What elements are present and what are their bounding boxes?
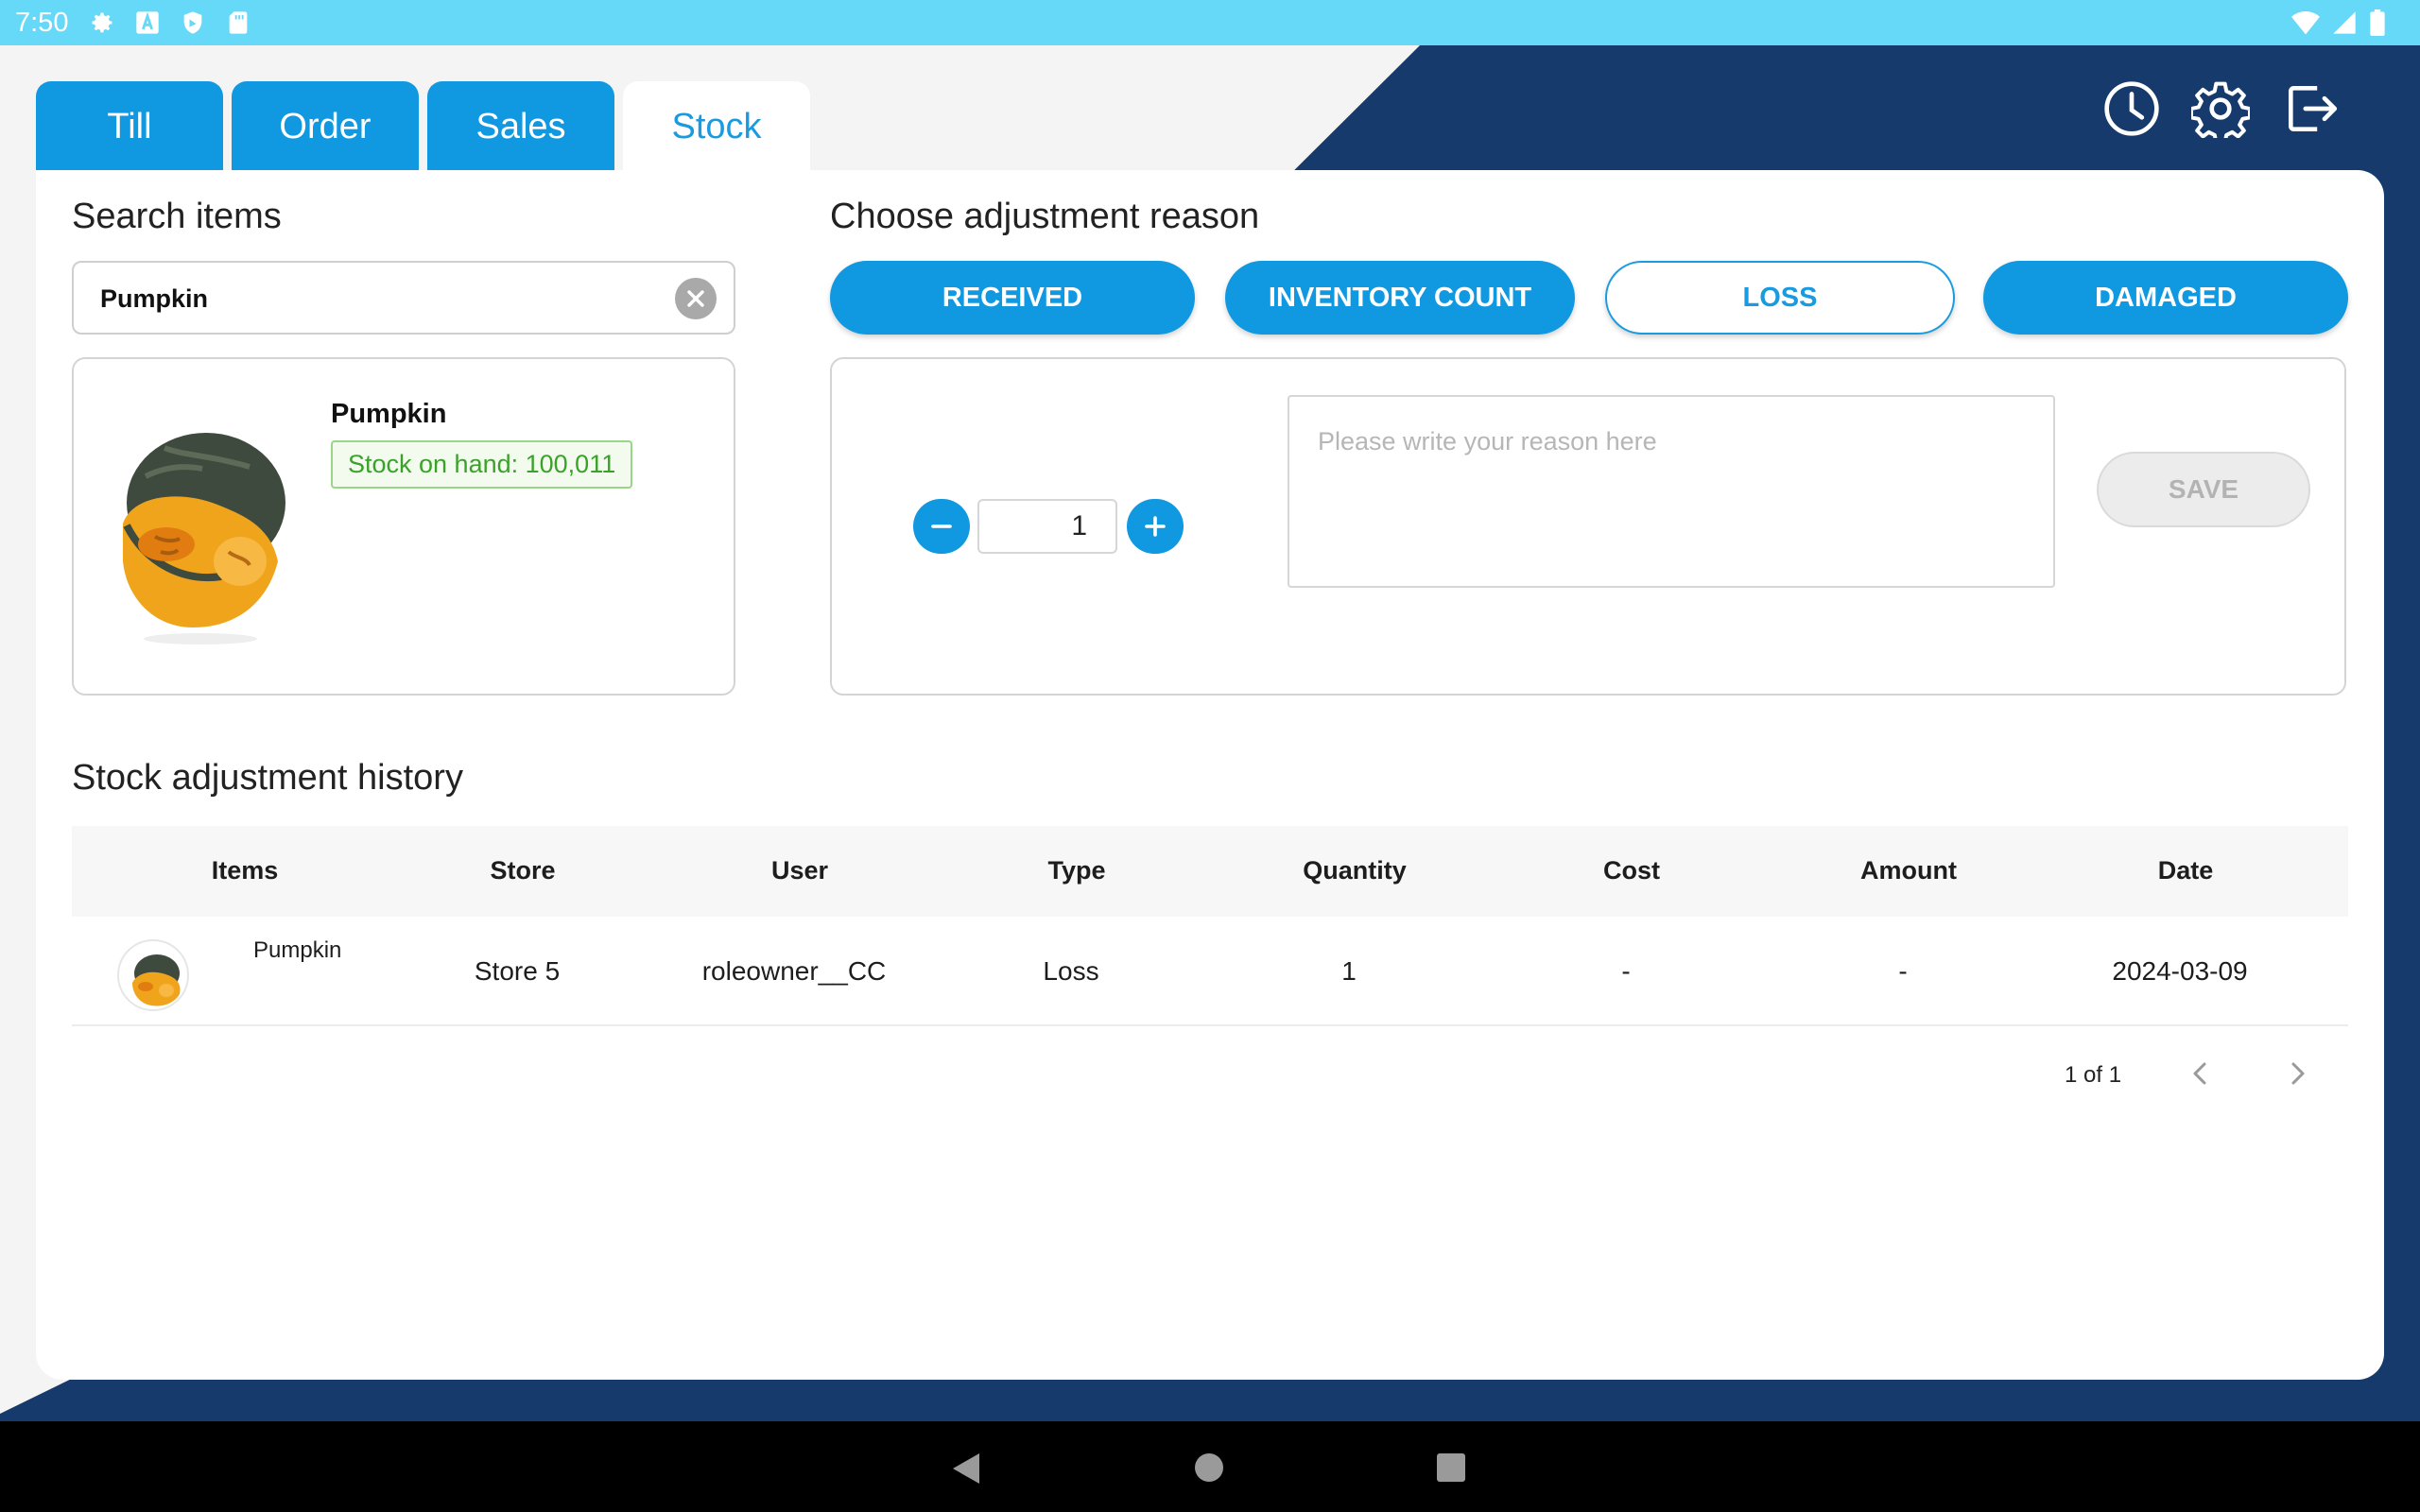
row-quantity: 1 bbox=[1341, 956, 1357, 986]
minus-icon bbox=[931, 524, 952, 528]
increase-quantity-button[interactable] bbox=[1127, 499, 1184, 554]
previous-page-icon[interactable] bbox=[2184, 1057, 2218, 1091]
column-header-cost: Cost bbox=[1603, 856, 1660, 885]
signal-icon bbox=[2333, 11, 2356, 34]
tab-sales[interactable]: Sales bbox=[427, 81, 614, 172]
item-card[interactable]: Pumpkin Stock on hand: 100,011 bbox=[72, 357, 735, 696]
reason-textarea[interactable] bbox=[1288, 395, 2055, 588]
stock-panel: Search items Pumpkin Stock on hand: 100,… bbox=[36, 170, 2384, 1380]
status-bar: 7:50 bbox=[0, 0, 2420, 45]
search-input[interactable] bbox=[100, 282, 630, 316]
plus-icon bbox=[1145, 516, 1166, 537]
home-icon[interactable] bbox=[1195, 1453, 1223, 1482]
next-page-icon[interactable] bbox=[2280, 1057, 2314, 1091]
close-icon bbox=[687, 290, 704, 307]
row-type: Loss bbox=[1043, 956, 1099, 986]
wifi-icon bbox=[2291, 11, 2320, 35]
row-date: 2024-03-09 bbox=[2112, 956, 2248, 986]
status-right-icons bbox=[2291, 9, 2386, 36]
save-button[interactable]: SAVE bbox=[2097, 452, 2310, 527]
navigation-bar bbox=[0, 1421, 2420, 1512]
pumpkin-image bbox=[123, 433, 285, 644]
recent-apps-icon[interactable] bbox=[1437, 1453, 1465, 1482]
search-title: Search items bbox=[72, 197, 282, 236]
tab-till[interactable]: Till bbox=[36, 81, 223, 172]
settings-icon bbox=[92, 12, 112, 33]
stock-on-hand-badge: Stock on hand: 100,011 bbox=[331, 440, 633, 489]
reason-inventory-count-button[interactable]: INVENTORY COUNT bbox=[1225, 261, 1575, 335]
tab-label: Till bbox=[107, 106, 152, 146]
history-clock-icon[interactable] bbox=[2102, 79, 2161, 138]
reason-received-button[interactable]: RECEIVED bbox=[830, 261, 1195, 335]
shield-icon bbox=[183, 11, 202, 34]
battery-icon bbox=[2370, 9, 2385, 36]
pagination-label: 1 of 1 bbox=[2065, 1062, 2122, 1088]
tab-order[interactable]: Order bbox=[232, 81, 419, 172]
reason-damaged-button[interactable]: DAMAGED bbox=[1983, 261, 2348, 335]
row-store: Store 5 bbox=[474, 956, 561, 986]
row-user: roleowner__CC bbox=[701, 956, 887, 986]
sd-card-icon bbox=[229, 11, 248, 34]
column-header-amount: Amount bbox=[1860, 856, 1957, 885]
tab-stock[interactable]: Stock bbox=[623, 81, 810, 172]
search-field[interactable] bbox=[72, 261, 735, 335]
column-header-user: User bbox=[770, 856, 829, 885]
column-header-date: Date bbox=[2157, 856, 2214, 885]
adjustment-card: SAVE bbox=[830, 357, 2346, 696]
column-header-store: Store bbox=[490, 856, 556, 885]
a-badge-icon bbox=[136, 11, 159, 34]
row-amount: - bbox=[1898, 956, 1908, 986]
tab-label: Stock bbox=[671, 106, 762, 146]
logout-icon[interactable] bbox=[2282, 79, 2341, 138]
clear-search-button[interactable] bbox=[675, 278, 717, 319]
settings-gear-icon[interactable] bbox=[2191, 79, 2250, 138]
tab-label: Sales bbox=[475, 106, 566, 146]
item-name: Pumpkin bbox=[331, 399, 447, 429]
column-header-items: Items bbox=[211, 856, 279, 885]
back-icon[interactable] bbox=[953, 1453, 979, 1484]
tab-label: Order bbox=[279, 106, 372, 146]
column-header-type: Type bbox=[1047, 856, 1106, 885]
status-time: 7:50 bbox=[15, 8, 69, 38]
column-header-quantity: Quantity bbox=[1303, 856, 1407, 885]
history-title: Stock adjustment history bbox=[72, 758, 463, 798]
row-cost: - bbox=[1621, 956, 1631, 986]
row-item-name: Pumpkin bbox=[253, 937, 342, 963]
item-thumbnail bbox=[117, 939, 189, 1011]
table-row[interactable]: Pumpkin Store 5 roleowner__CC Loss 1 - -… bbox=[72, 917, 2348, 1026]
adjustment-title: Choose adjustment reason bbox=[830, 197, 1260, 236]
reason-loss-button[interactable]: LOSS bbox=[1605, 261, 1955, 335]
history-table-header: Items Store User Type Quantity Cost Amou… bbox=[72, 826, 2348, 917]
decrease-quantity-button[interactable] bbox=[913, 499, 970, 554]
quantity-input[interactable] bbox=[977, 499, 1117, 554]
pumpkin-thumbnail-image bbox=[132, 954, 181, 1006]
